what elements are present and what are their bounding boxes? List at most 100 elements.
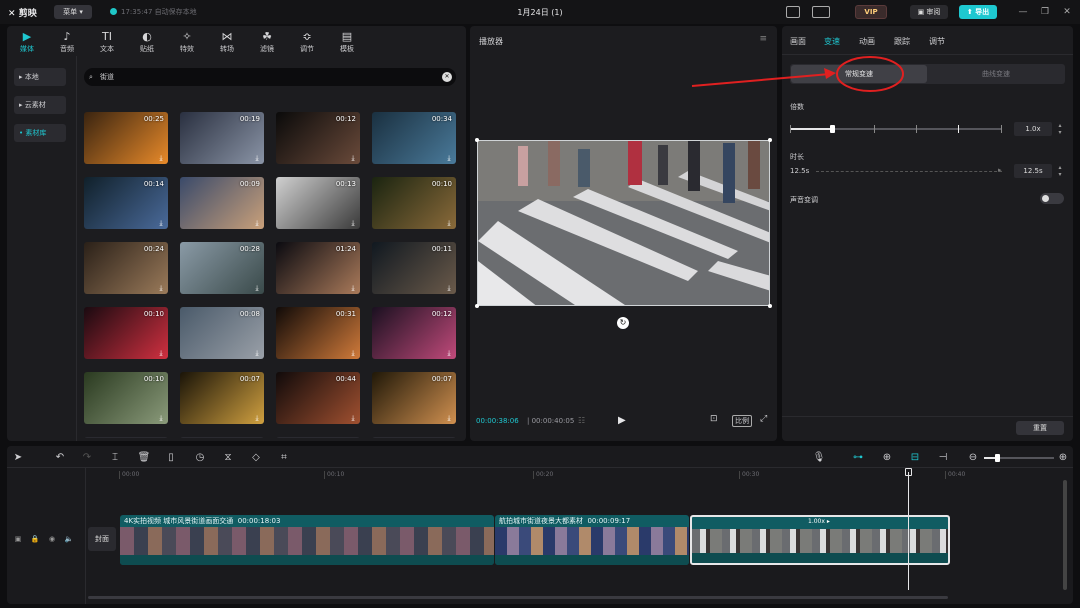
maximize-icon[interactable]: ❐ <box>1038 5 1052 19</box>
download-icon[interactable]: ⤓ <box>349 219 357 227</box>
split-icon[interactable]: ⌶ <box>108 451 122 465</box>
media-thumbnail[interactable]: 00:34 ⤓ <box>372 112 456 164</box>
sidebar-item-local[interactable]: ▸ 本地 <box>14 68 66 86</box>
shortcut-icon[interactable] <box>786 6 800 18</box>
delete-icon[interactable]: 🗑 <box>137 451 151 465</box>
media-thumbnail[interactable]: 00:24 ⤓ <box>84 242 168 294</box>
download-icon[interactable]: ⤓ <box>253 284 261 292</box>
download-icon[interactable]: ⤓ <box>157 414 165 422</box>
preview-axis-icon[interactable]: ⊟ <box>908 451 922 465</box>
reverse-icon[interactable]: ◷ <box>193 451 207 465</box>
download-icon[interactable]: ⤓ <box>445 284 453 292</box>
duration-field[interactable]: 12.5s <box>1014 164 1052 178</box>
media-thumbnail[interactable]: 00:10 ⤓ <box>84 372 168 424</box>
mute-icon[interactable]: 🔈 <box>64 534 74 544</box>
media-thumbnail[interactable]: 01:24 ⤓ <box>276 242 360 294</box>
crop-icon[interactable]: ⌗ <box>277 451 291 465</box>
freeze-icon[interactable]: ▯ <box>164 451 178 465</box>
download-icon[interactable]: ⤓ <box>253 219 261 227</box>
undo-icon[interactable]: ↶ <box>53 451 67 465</box>
review-button[interactable]: ▣ 审阅 <box>910 5 948 19</box>
play-icon[interactable]: ▶ <box>618 415 626 426</box>
reset-button[interactable]: 重置 <box>1016 421 1064 435</box>
zoom-slider-handle[interactable] <box>995 454 1000 462</box>
duration-stepper-icon[interactable]: ▴ ▾ <box>1056 164 1064 178</box>
zoom-out-icon[interactable]: ⊖ <box>966 451 980 465</box>
vip-badge[interactable]: VIP <box>855 5 887 19</box>
curve-speed-tab[interactable]: 曲线变速 <box>928 65 1064 83</box>
frame-handle[interactable] <box>768 138 772 142</box>
tool-4[interactable]: ✧ 特效 <box>169 30 205 54</box>
media-thumbnail[interactable]: 00:31 ⤓ <box>276 307 360 359</box>
frame-handle[interactable] <box>475 304 479 308</box>
download-icon[interactable]: ⤓ <box>445 154 453 162</box>
rotate-tool-icon[interactable]: ◇ <box>249 451 263 465</box>
media-thumbnail[interactable]: 00:44 ⤓ <box>276 372 360 424</box>
tool-1[interactable]: ♪ 音频 <box>49 30 85 54</box>
media-thumbnail[interactable] <box>276 437 360 438</box>
frame-handle[interactable] <box>768 304 772 308</box>
video-preview[interactable] <box>477 140 770 306</box>
tool-3[interactable]: ◐ 贴纸 <box>129 30 165 54</box>
download-icon[interactable]: ⤓ <box>253 154 261 162</box>
layout-icon[interactable] <box>812 6 830 18</box>
download-icon[interactable]: ⤓ <box>349 349 357 357</box>
media-thumbnail[interactable]: 00:28 ⤓ <box>180 242 264 294</box>
timeline-clip[interactable]: 4K实拍视频 城市风景街道画面交通 00:00:18:03 <box>120 515 494 565</box>
download-icon[interactable]: ⤓ <box>445 414 453 422</box>
timeline-clip-selected[interactable]: 1.00x ▸ <box>690 515 950 565</box>
media-thumbnail[interactable] <box>84 437 168 438</box>
track-visibility-icon[interactable]: ▣ <box>13 534 23 544</box>
media-thumbnail[interactable]: 00:19 ⤓ <box>180 112 264 164</box>
ratio-button[interactable]: 比例 <box>732 415 752 427</box>
download-icon[interactable]: ⤓ <box>445 219 453 227</box>
tab-picture[interactable]: 画面 <box>790 36 806 47</box>
download-icon[interactable]: ⤓ <box>157 219 165 227</box>
playhead-handle[interactable] <box>905 468 912 476</box>
download-icon[interactable]: ⤓ <box>253 349 261 357</box>
timeline-clip[interactable]: 航拍城市街道夜景大都素材 00:00:09:17 <box>495 515 689 565</box>
rotate-icon[interactable]: ↻ <box>617 317 629 329</box>
media-thumbnail[interactable]: 00:07 ⤓ <box>372 372 456 424</box>
download-icon[interactable]: ⤓ <box>349 284 357 292</box>
speed-value-field[interactable]: 1.0x <box>1014 122 1052 136</box>
fullscreen-icon[interactable]: ⤢ <box>760 414 767 424</box>
fit-icon[interactable]: ⊡ <box>710 414 718 424</box>
grid-icon[interactable]: ☷ <box>578 416 585 425</box>
horizontal-scrollbar[interactable] <box>88 596 948 599</box>
cover-button[interactable]: 封面 <box>88 527 116 551</box>
media-thumbnail[interactable]: 00:13 ⤓ <box>276 177 360 229</box>
pitch-toggle[interactable] <box>1040 193 1064 204</box>
media-thumbnail[interactable]: 00:08 ⤓ <box>180 307 264 359</box>
tab-adjust[interactable]: 调节 <box>929 36 945 47</box>
media-thumbnail[interactable]: 00:12 ⤓ <box>276 112 360 164</box>
frame-handle[interactable] <box>475 138 479 142</box>
sidebar-item-library[interactable]: • 素材库 <box>14 124 66 142</box>
lock-icon[interactable]: 🔒 <box>30 534 40 544</box>
media-thumbnail[interactable]: 00:10 ⤓ <box>372 177 456 229</box>
tab-tracking[interactable]: 跟踪 <box>894 36 910 47</box>
mirror-icon[interactable]: ⧖ <box>221 451 235 465</box>
sidebar-item-cloud[interactable]: ▸ 云素材 <box>14 96 66 114</box>
link-icon[interactable]: ⊶ <box>851 451 865 465</box>
speed-slider[interactable] <box>790 125 1002 133</box>
playhead[interactable] <box>908 472 909 590</box>
media-thumbnail[interactable] <box>180 437 264 438</box>
microphone-icon[interactable]: 🎙 <box>812 451 826 465</box>
media-thumbnail[interactable]: 00:10 ⤓ <box>84 307 168 359</box>
vertical-scrollbar[interactable] <box>1063 480 1067 590</box>
download-icon[interactable]: ⤓ <box>445 349 453 357</box>
redo-icon[interactable]: ↷ <box>80 451 94 465</box>
minimize-icon[interactable]: — <box>1016 5 1030 19</box>
search-input[interactable]: ⌕ 街道 ✕ <box>84 68 456 86</box>
snap-icon[interactable]: ⊕ <box>880 451 894 465</box>
align-icon[interactable]: ⊣ <box>936 451 950 465</box>
tool-2[interactable]: TI 文本 <box>89 30 125 54</box>
tool-0[interactable]: ▶ 媒体 <box>9 30 45 54</box>
tab-speed[interactable]: 变速 <box>824 36 840 47</box>
speed-stepper-icon[interactable]: ▴ ▾ <box>1056 122 1064 136</box>
tool-6[interactable]: ☘ 滤镜 <box>249 30 285 54</box>
speed-slider-handle[interactable] <box>830 125 835 133</box>
eye-icon[interactable]: ◉ <box>47 534 57 544</box>
download-icon[interactable]: ⤓ <box>253 414 261 422</box>
